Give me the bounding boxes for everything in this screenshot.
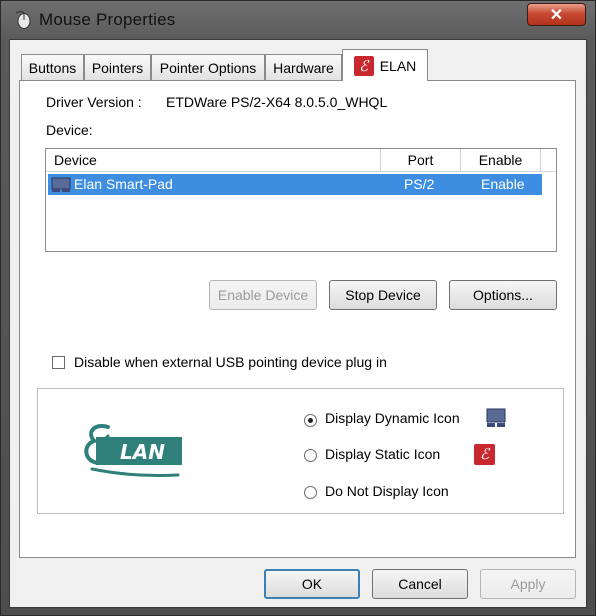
table-row[interactable]: Elan Smart-Pad PS/2 Enable bbox=[48, 174, 542, 195]
disable-usb-label: Disable when external USB pointing devic… bbox=[74, 354, 387, 370]
device-list-header: Device Port Enable bbox=[46, 149, 556, 172]
elan-tab-panel: Driver Version : ETDWare PS/2-X64 8.0.5.… bbox=[19, 80, 576, 558]
title-bar[interactable]: Mouse Properties ✕ bbox=[1, 1, 596, 39]
tab-label: Pointer Options bbox=[159, 59, 257, 76]
touchpad-icon bbox=[51, 177, 71, 192]
display-static-icon-radio[interactable] bbox=[304, 449, 317, 462]
logo-lan-text: LAN bbox=[120, 440, 165, 464]
close-icon: ✕ bbox=[549, 6, 564, 24]
elan-logo-graphic: LAN bbox=[82, 419, 186, 489]
ok-button[interactable]: OK bbox=[264, 569, 360, 599]
device-list[interactable]: Device Port Enable Elan Smart-Pad PS/2 E… bbox=[45, 148, 557, 252]
driver-version-label: Driver Version : bbox=[46, 94, 142, 110]
column-header-enable[interactable]: Enable bbox=[461, 149, 541, 171]
tab-buttons[interactable]: Buttons bbox=[21, 54, 84, 80]
tab-label: Hardware bbox=[273, 59, 334, 76]
window-title: Mouse Properties bbox=[39, 10, 176, 29]
tab-pointers[interactable]: Pointers bbox=[84, 54, 151, 80]
stop-device-button[interactable]: Stop Device bbox=[329, 280, 437, 310]
options-button[interactable]: Options... bbox=[449, 280, 557, 310]
row-enable: Enable bbox=[481, 176, 525, 192]
tab-label: ELAN bbox=[379, 57, 417, 74]
tab-hardware[interactable]: Hardware bbox=[265, 54, 342, 80]
cancel-button[interactable]: Cancel bbox=[372, 569, 468, 599]
elan-icon: ℰ bbox=[353, 55, 374, 76]
tab-pointer-options[interactable]: Pointer Options bbox=[151, 54, 265, 80]
column-header-device[interactable]: Device bbox=[46, 149, 381, 171]
tab-label: Buttons bbox=[28, 59, 77, 76]
tab-label: Pointers bbox=[91, 59, 144, 76]
enable-device-button[interactable]: Enable Device bbox=[209, 280, 317, 310]
driver-version-value: ETDWare PS/2-X64 8.0.5.0_WHQL bbox=[166, 94, 388, 110]
tab-elan[interactable]: ℰ ELAN bbox=[342, 49, 428, 81]
mouse-properties-window: Mouse Properties ✕ Buttons Pointers Poin… bbox=[0, 0, 596, 616]
dynamic-touchpad-icon bbox=[486, 408, 506, 427]
static-elan-icon: ℰ bbox=[474, 444, 495, 465]
do-not-display-icon-radio[interactable] bbox=[304, 486, 317, 499]
device-label: Device: bbox=[46, 122, 93, 138]
display-dynamic-icon-label: Display Dynamic Icon bbox=[325, 410, 460, 426]
row-port: PS/2 bbox=[404, 176, 435, 192]
disable-usb-checkbox[interactable] bbox=[52, 356, 65, 369]
row-device-name: Elan Smart-Pad bbox=[74, 176, 173, 192]
display-dynamic-icon-radio[interactable] bbox=[304, 414, 317, 427]
display-static-icon-label: Display Static Icon bbox=[325, 446, 441, 462]
apply-button[interactable]: Apply bbox=[480, 569, 576, 599]
column-header-port[interactable]: Port bbox=[381, 149, 461, 171]
icon-display-groupbox: LAN Display Dynamic Icon Display Static … bbox=[37, 388, 564, 514]
mouse-icon bbox=[15, 11, 31, 29]
do-not-display-icon-label: Do Not Display Icon bbox=[325, 483, 449, 499]
elan-logo: LAN bbox=[82, 419, 186, 489]
dialog-client-area: Buttons Pointers Pointer Options Hardwar… bbox=[9, 39, 587, 608]
close-button[interactable]: ✕ bbox=[527, 3, 586, 26]
radio-selected-dot bbox=[308, 418, 313, 423]
